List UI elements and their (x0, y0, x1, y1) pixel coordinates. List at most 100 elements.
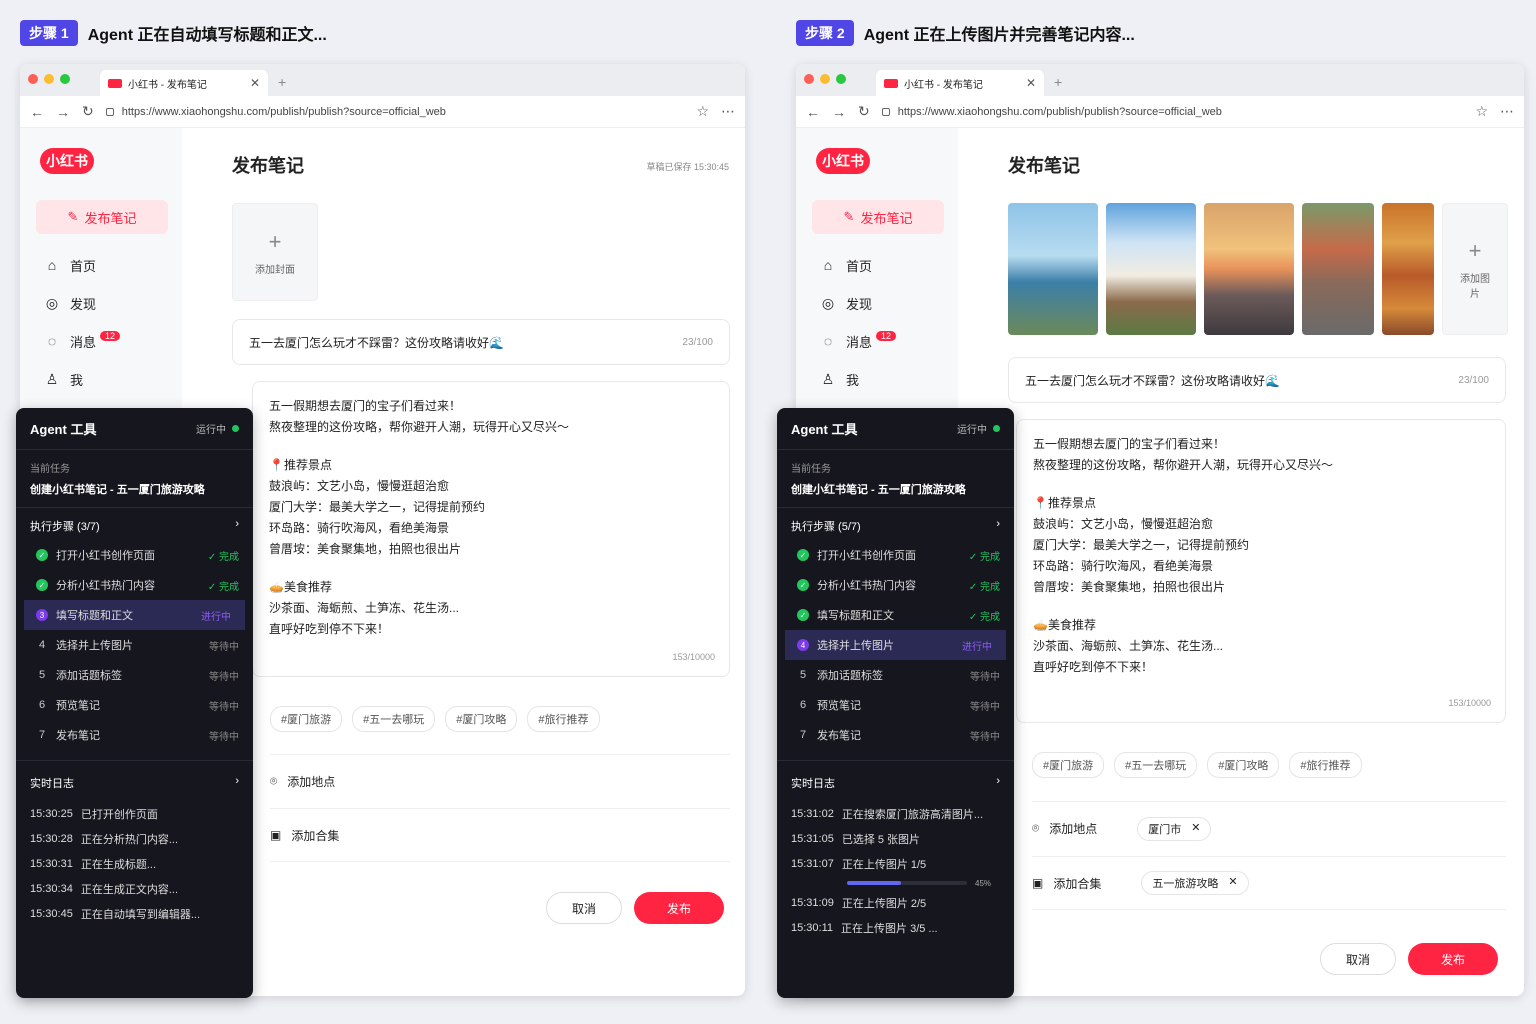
add-collection-row[interactable]: ▣ 添加合集 五一旅游攻略 ✕ (1032, 856, 1506, 910)
title-input[interactable]: 五一去厦门怎么玩才不踩雷？这份攻略请收好🌊 23/100 (1008, 357, 1506, 403)
minimize-window-icon[interactable] (820, 74, 830, 84)
add-location-row[interactable]: ⌾ 添加地点 (270, 754, 730, 808)
add-collection-row[interactable]: ▣ 添加合集 (270, 808, 730, 862)
publish-note-nav-button[interactable]: ✎ 发布笔记 (36, 200, 168, 234)
chevron-right-icon: › (996, 518, 1000, 530)
publish-note-nav-button[interactable]: ✎ 发布笔记 (812, 200, 944, 234)
xhs-logo[interactable]: 小红书 (40, 148, 94, 174)
step-label: 预览笔记 (817, 700, 861, 712)
uploaded-image-food[interactable] (1382, 203, 1434, 335)
browser-tab[interactable]: 小红书 - 发布笔记 ✕ (100, 70, 268, 96)
back-icon[interactable]: ← (806, 104, 820, 120)
remove-icon[interactable]: ✕ (1228, 875, 1237, 891)
url-field[interactable]: https://www.xiaohongshu.com/publish/publ… (881, 105, 1464, 118)
step-item: 7 发布笔记 等待中 (777, 720, 1014, 750)
log-text: 正在上传图片 3/5 ... (841, 922, 938, 935)
body-line: 📍推荐景点 (269, 458, 332, 472)
more-icon[interactable]: ⋯ (721, 103, 735, 120)
remove-icon[interactable]: ✕ (1191, 821, 1200, 837)
log-time: 15:31:02 (791, 807, 834, 820)
body-textarea[interactable]: 五一假期想去厦门的宝子们看过来！ 熬夜整理的这份攻略，帮你避开人潮，玩得开心又尽… (1016, 419, 1506, 723)
add-location-row[interactable]: ⌾ 添加地点 厦门市 ✕ (1032, 801, 1506, 855)
lock-icon (881, 107, 890, 116)
step-number: 7 (799, 729, 807, 741)
topic-tag[interactable]: #厦门攻略 (445, 706, 518, 732)
body-line: 曾厝垵：美食聚集地，拍照也很出片 (1033, 580, 1226, 594)
topic-tag[interactable]: #旅行推荐 (1289, 752, 1362, 778)
close-window-icon[interactable] (804, 74, 814, 84)
close-window-icon[interactable] (28, 74, 38, 84)
collection-icon: ▣ (270, 828, 282, 842)
add-cover-button[interactable]: + 添加封面 (232, 203, 318, 301)
maximize-window-icon[interactable] (60, 74, 70, 84)
uploaded-image-street[interactable] (1302, 203, 1374, 335)
log-list: 15:30:25 已打开创作页面 15:30:28 正在分析热门内容... 15:30:… (16, 797, 253, 930)
sidebar-item-explore[interactable]: ◎ 发现 (820, 284, 958, 322)
add-image-button[interactable]: + 添加图片 (1442, 203, 1508, 335)
log-entry: 15:30:11 正在上传图片 3/5 ... (791, 915, 1000, 940)
minimize-window-icon[interactable] (44, 74, 54, 84)
forward-icon[interactable]: → (56, 104, 70, 120)
xhs-logo[interactable]: 小红书 (816, 148, 870, 174)
topic-tag[interactable]: #厦门旅游 (270, 706, 343, 732)
uploaded-image-sunset[interactable] (1204, 203, 1294, 335)
bookmark-star-icon[interactable]: ☆ (1475, 103, 1488, 120)
uploaded-image-building[interactable] (1106, 203, 1196, 335)
home-icon: ⌂ (47, 257, 57, 273)
reload-icon[interactable]: ↻ (82, 103, 94, 120)
check-circle-icon: ✓ (36, 549, 48, 561)
step1-agent-panel: Agent 工具 运行中 当前任务 创建小红书笔记 - 五一厦门旅游攻略 执行步… (16, 408, 253, 998)
back-icon[interactable]: ← (30, 104, 44, 120)
topic-tag[interactable]: #旅行推荐 (527, 706, 600, 732)
sidebar-item-explore[interactable]: ◎ 发现 (44, 284, 182, 322)
topic-tag[interactable]: #厦门旅游 (1032, 752, 1105, 778)
body-line: 五一假期想去厦门的宝子们看过来！ (269, 399, 462, 413)
tab-bar: 小红书 - 发布笔记 ✕ + (796, 64, 1524, 96)
publish-button[interactable]: 发布 (634, 892, 724, 924)
location-chip[interactable]: 厦门市 ✕ (1137, 816, 1212, 841)
sidebar-item-me[interactable]: ♙ 我 (820, 360, 958, 398)
topic-tag[interactable]: #五一去哪玩 (1114, 752, 1198, 778)
log-header[interactable]: 实时日志 › (16, 760, 253, 797)
step-status: ✓ 完成 (207, 551, 239, 563)
tab-close-icon[interactable]: ✕ (250, 76, 260, 90)
cancel-button[interactable]: 取消 (1320, 943, 1396, 975)
steps-header[interactable]: 执行步骤 (5/7) › (777, 508, 1014, 540)
reload-icon[interactable]: ↻ (858, 103, 870, 120)
sidebar-item-home[interactable]: ⌂ 首页 (44, 246, 182, 284)
new-tab-icon[interactable]: + (1054, 74, 1062, 90)
sidebar-item-messages[interactable]: ◌ 消息 12 (820, 322, 958, 360)
url-field[interactable]: https://www.xiaohongshu.com/publish/publ… (105, 106, 685, 118)
log-entry: 15:30:31 正在生成标题... (30, 851, 239, 876)
publish-button[interactable]: 发布 (1408, 943, 1498, 975)
body-textarea[interactable]: 五一假期想去厦门的宝子们看过来！ 熬夜整理的这份攻略，帮你避开人潮，玩得开心又尽… (252, 381, 730, 677)
plus-icon: + (268, 228, 282, 254)
address-bar: ← → ↻ https://www.xiaohongshu.com/publis… (20, 96, 745, 128)
topic-tag[interactable]: #五一去哪玩 (352, 706, 436, 732)
sidebar-item-me[interactable]: ♙ 我 (44, 360, 182, 398)
step-number: 7 (38, 729, 46, 741)
log-time: 15:30:31 (30, 857, 73, 870)
title-char-count: 23/100 (682, 336, 713, 348)
forward-icon[interactable]: → (832, 104, 846, 120)
body-line: 熬夜整理的这份攻略，帮你避开人潮，玩得开心又尽兴～ (269, 420, 570, 434)
progress-track (847, 881, 967, 885)
maximize-window-icon[interactable] (836, 74, 846, 84)
agent-status: 运行中 (957, 421, 1000, 436)
sidebar-item-messages[interactable]: ◌ 消息 12 (44, 322, 182, 360)
bookmark-star-icon[interactable]: ☆ (696, 103, 709, 120)
title-input[interactable]: 五一去厦门怎么玩才不踩雷？这份攻略请收好🌊 23/100 (232, 319, 730, 365)
topic-tag[interactable]: #厦门攻略 (1207, 752, 1280, 778)
log-header[interactable]: 实时日志 › (777, 760, 1014, 797)
more-icon[interactable]: ⋯ (1500, 103, 1514, 120)
browser-tab[interactable]: 小红书 - 发布笔记 ✕ (876, 70, 1044, 96)
tab-close-icon[interactable]: ✕ (1026, 76, 1036, 90)
log-time: 15:30:11 (791, 921, 834, 934)
uploaded-image-beach[interactable] (1008, 203, 1098, 335)
steps-header[interactable]: 执行步骤 (3/7) › (16, 508, 253, 540)
cancel-button[interactable]: 取消 (546, 892, 622, 924)
new-tab-icon[interactable]: + (278, 74, 286, 90)
sidebar-item-home[interactable]: ⌂ 首页 (820, 246, 958, 284)
url-text: https://www.xiaohongshu.com/publish/publ… (897, 105, 1222, 118)
collection-chip[interactable]: 五一旅游攻略 ✕ (1141, 871, 1249, 895)
